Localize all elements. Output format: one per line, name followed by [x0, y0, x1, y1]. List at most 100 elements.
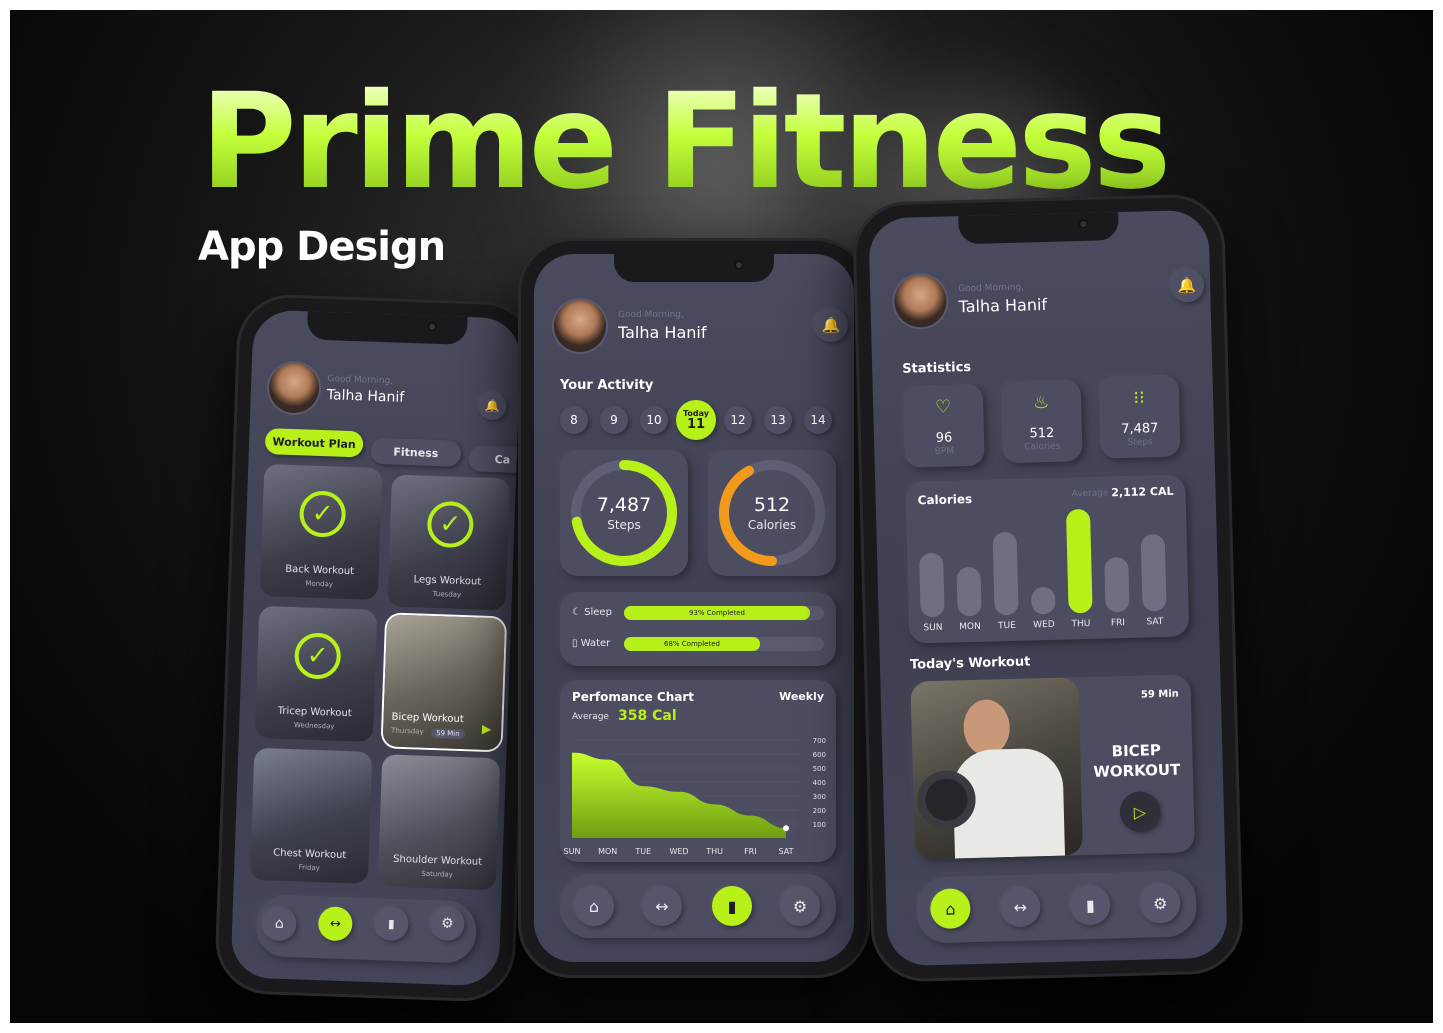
y-tick-label: 500: [813, 765, 826, 773]
stat-bpm: ♡ 96 BPM: [902, 383, 985, 468]
water-progress: 68% Completed: [624, 637, 760, 651]
workout-duration: 59 Min: [1140, 688, 1179, 701]
stats-icon[interactable]: ▮: [712, 886, 752, 926]
x-tick-label: FRI: [744, 847, 757, 856]
bottom-nav: ⌂ ↔ ▮ ⚙: [915, 870, 1198, 944]
workout-card-chest[interactable]: Chest Workout Friday: [249, 747, 373, 884]
calorie-bar[interactable]: [1104, 556, 1130, 613]
workout-name: Legs Workout: [413, 574, 482, 588]
greeting-text: Good Morning,: [327, 374, 394, 387]
workout-day: Wednesday: [293, 721, 335, 731]
stat-label: Calories: [1024, 441, 1061, 453]
performance-chart: 700 600 500 400 300 200 100 SUN MON TUE WED THU FRI S…: [564, 737, 826, 856]
phone-notch: [958, 210, 1119, 245]
avatar[interactable]: [893, 274, 948, 328]
y-tick-label: 400: [813, 779, 826, 787]
workout-card-tricep[interactable]: ✓ Tricep Workout Wednesday: [254, 605, 378, 742]
calorie-bar[interactable]: [1140, 533, 1167, 612]
steps-card: 7,487 Steps: [560, 450, 688, 576]
settings-icon[interactable]: ⚙: [780, 886, 820, 926]
dumbbell-icon[interactable]: ↔: [642, 886, 682, 926]
workout-card-bicep[interactable]: Bicep Workout Thursday 59 Min ▶: [382, 614, 506, 751]
performance-card: Perfomance Chart Weekly Average 358 Cal …: [560, 680, 836, 862]
calorie-day-label: TUE: [997, 620, 1017, 632]
calories-label: Calories: [747, 518, 797, 532]
y-tick-label: 200: [813, 807, 826, 815]
stat-steps: ⁝⁝ 7,487 Steps: [1098, 374, 1181, 459]
calorie-bar[interactable]: [1065, 508, 1093, 614]
todays-workout-title: Today's Workout: [909, 654, 1031, 673]
day-8[interactable]: 8: [560, 406, 588, 434]
stats-icon[interactable]: ▮: [373, 906, 409, 942]
day-14[interactable]: 14: [804, 406, 832, 434]
calorie-day-label: WED: [1033, 619, 1055, 631]
water-label: ▯ Water: [572, 638, 611, 649]
calorie-day-label: FRI: [1110, 617, 1126, 629]
settings-icon[interactable]: ⚙: [1139, 882, 1181, 924]
avatar[interactable]: [268, 362, 320, 414]
workout-card-back[interactable]: ✓ Back Workout Monday: [259, 463, 383, 601]
stat-label: Steps: [1127, 437, 1153, 448]
user-name: Talha Hanif: [326, 387, 405, 406]
steps-value: 7,487: [596, 494, 652, 516]
home-icon[interactable]: ⌂: [574, 886, 614, 926]
sleep-water-card: ☾ Sleep 93% Completed ▯ Water 68% Comple…: [560, 592, 836, 666]
workout-day: Saturday: [421, 869, 454, 879]
stats-icon[interactable]: ▮: [1069, 884, 1111, 926]
x-tick-label: SUN: [564, 847, 581, 856]
calorie-bar[interactable]: [992, 531, 1019, 616]
hero-title: Prime Fitness: [200, 65, 1171, 219]
day-today[interactable]: Today 11: [676, 400, 716, 440]
workout-name: Shoulder Workout: [392, 853, 483, 868]
calorie-bar[interactable]: [1030, 586, 1056, 615]
user-name: Talha Hanif: [958, 294, 1048, 317]
x-tick-label: MON: [598, 847, 617, 856]
settings-icon[interactable]: ⚙: [429, 906, 466, 942]
workout-day: Monday: [305, 579, 334, 589]
todays-workout-card[interactable]: 59 Min BICEP WORKOUT ▷: [910, 674, 1195, 860]
bottom-nav: ⌂ ↔ ▮ ⚙: [560, 874, 836, 938]
workout-day: Tuesday: [432, 589, 462, 599]
bell-icon[interactable]: 🔔: [1169, 267, 1205, 303]
check-icon: ✓: [293, 632, 342, 680]
bell-icon[interactable]: 🔔: [814, 308, 848, 342]
calories-chart-card: Calories Average 2,112 CAL SUN MON TUE WED T…: [905, 474, 1190, 644]
stat-label: BPM: [934, 446, 955, 457]
x-tick-label: TUE: [634, 847, 651, 856]
play-icon[interactable]: ▷: [1119, 791, 1161, 833]
calorie-bar[interactable]: [919, 552, 945, 618]
phone3-screen: Good Morning, Talha Hanif 🔔 Statistics ♡…: [868, 209, 1228, 967]
performance-area: [572, 752, 786, 838]
avatar[interactable]: [554, 300, 606, 352]
calorie-day-label: SAT: [1146, 616, 1164, 628]
home-icon[interactable]: ⌂: [929, 888, 971, 930]
stat-value: 7,487: [1121, 421, 1159, 438]
x-tick-label: WED: [669, 847, 688, 856]
tab-fitness[interactable]: Fitness: [370, 437, 462, 467]
bell-icon[interactable]: 🔔: [478, 391, 507, 421]
workout-card-legs[interactable]: ✓ Legs Workout Tuesday: [387, 474, 510, 611]
showcase-canvas: Prime Fitness App Design Good Morning, T…: [10, 10, 1433, 1023]
home-icon[interactable]: ⌂: [261, 906, 297, 942]
workout-card-shoulder[interactable]: Shoulder Workout Saturday: [377, 754, 501, 891]
day-13[interactable]: 13: [764, 406, 792, 434]
day-9[interactable]: 9: [600, 406, 628, 434]
photo-head-shape: [962, 699, 1011, 757]
tab-more[interactable]: Ca: [468, 445, 522, 474]
tab-workout-plan[interactable]: Workout Plan: [264, 428, 364, 458]
stat-value: 512: [1029, 425, 1055, 442]
dumbbell-icon[interactable]: ↔: [999, 886, 1041, 928]
day-12[interactable]: 12: [724, 406, 752, 434]
calorie-bar[interactable]: [956, 566, 982, 617]
day-10[interactable]: 10: [640, 406, 668, 434]
calories-bar-chart: SUN MON TUE WED THU FRI SAT: [905, 474, 1185, 633]
workout-photo: [910, 677, 1084, 860]
dumbbell-icon[interactable]: ↔: [317, 906, 353, 942]
water-track: 68% Completed: [624, 637, 824, 651]
workout-name: Back Workout: [285, 563, 355, 578]
workout-name: Chest Workout: [273, 847, 347, 862]
bottom-nav: ⌂ ↔ ▮ ⚙: [255, 894, 478, 964]
stat-calories: ♨ 512 Calories: [1000, 379, 1083, 464]
play-icon[interactable]: ▶: [482, 722, 492, 736]
phone1-screen: Good Morning, Talha Hanif 🔔 Workout Plan…: [230, 309, 522, 987]
